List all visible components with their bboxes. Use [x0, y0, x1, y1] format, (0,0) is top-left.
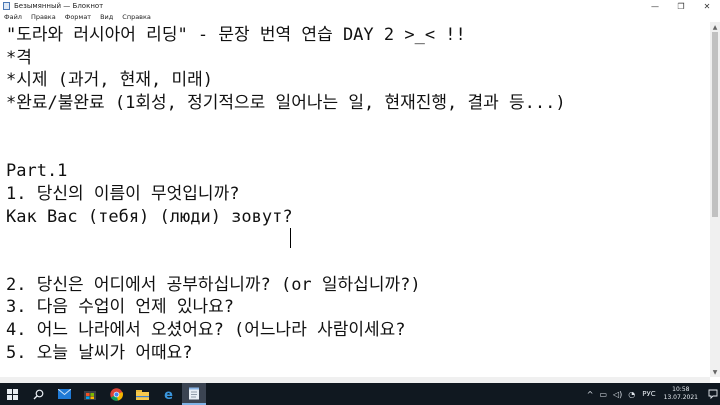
text-line[interactable]: 3. 다음 수업이 언제 있나요? — [6, 296, 566, 319]
windows-start-icon[interactable] — [0, 383, 24, 405]
search-icon[interactable] — [26, 383, 50, 405]
clock-time: 10:58 — [672, 386, 690, 393]
close-button[interactable]: ✕ — [694, 0, 720, 12]
text-line[interactable]: 2. 당신은 어디에서 공부하십니까? (or 일하십니까?) — [6, 274, 566, 297]
chevron-up-icon[interactable]: ^ — [587, 390, 594, 399]
text-line[interactable] — [6, 115, 566, 138]
text-line[interactable]: Part.1 — [6, 160, 566, 183]
clock-date: 13.07.2021 — [663, 394, 698, 401]
text-line[interactable]: "도라와 러시아어 리딩" - 문장 번역 연습 DAY 2 >_< !! — [6, 24, 566, 47]
text-editor[interactable]: "도라와 러시아어 리딩" - 문장 번역 연습 DAY 2 >_< !! *격… — [0, 22, 710, 377]
window-controls: — ❐ ✕ — [642, 0, 720, 12]
title-bar: Безымянный — Блокнот — ❐ ✕ — [0, 0, 720, 12]
menu-bar: Файл Правка Формат Вид Справка — [0, 12, 720, 22]
text-line[interactable]: *완료/불완료 (1회성, 정기적으로 일어나는 일, 현재진행, 결과 등..… — [6, 92, 566, 115]
text-line[interactable]: 4. 어느 나라에서 오셨어요? (어느나라 사람이세요? — [6, 319, 566, 342]
clock[interactable]: 10:58 13.07.2021 — [664, 386, 698, 402]
network-icon[interactable]: ◔ — [628, 390, 635, 399]
chrome-icon[interactable] — [104, 383, 128, 405]
notepad-app-icon — [3, 2, 10, 10]
store-icon[interactable] — [78, 383, 102, 405]
menu-edit[interactable]: Правка — [27, 12, 61, 22]
text-line[interactable]: *격 — [6, 47, 566, 70]
menu-view[interactable]: Вид — [96, 12, 118, 22]
text-line[interactable]: Как Вас (тебя) (люди) зовут? — [6, 206, 566, 229]
text-line[interactable] — [6, 137, 566, 160]
scroll-down-arrow-icon[interactable]: ▼ — [710, 367, 720, 377]
scroll-up-arrow-icon[interactable]: ▲ — [710, 22, 720, 32]
scrollbar-thumb[interactable] — [712, 32, 718, 217]
minimize-button[interactable]: — — [642, 0, 668, 12]
text-line[interactable] — [6, 228, 566, 251]
edge-icon[interactable]: e — [156, 383, 180, 405]
file-explorer-icon[interactable] — [130, 383, 154, 405]
text-line[interactable] — [6, 251, 566, 274]
battery-icon[interactable]: ▭ — [599, 390, 607, 399]
menu-file[interactable]: Файл — [0, 12, 27, 22]
notepad-icon[interactable] — [182, 383, 206, 405]
vertical-scrollbar[interactable]: ▲ ▼ — [710, 22, 720, 377]
menu-help[interactable]: Справка — [118, 12, 156, 22]
text-line[interactable]: 5. 오늘 날씨가 어때요? — [6, 342, 566, 365]
svg-text:e: e — [164, 388, 173, 401]
menu-format[interactable]: Формат — [61, 12, 96, 22]
mail-icon[interactable] — [52, 383, 76, 405]
maximize-button[interactable]: ❐ — [668, 0, 694, 12]
text-caret — [290, 228, 291, 248]
window-title: Безымянный — Блокнот — [14, 2, 104, 10]
system-tray: ^ ▭ ◁) ◔ РУС 10:58 13.07.2021 — [584, 383, 720, 405]
notification-icon[interactable] — [706, 383, 720, 405]
taskbar: e ^ ▭ ◁) ◔ РУС 10:58 13.07.2021 — [0, 383, 720, 405]
language-indicator[interactable]: РУС — [642, 390, 655, 398]
text-content[interactable]: "도라와 러시아어 리딩" - 문장 번역 연습 DAY 2 >_< !! *격… — [6, 24, 566, 364]
text-line[interactable]: 1. 당신의 이름이 무엇입니까? — [6, 183, 566, 206]
text-line[interactable]: *시제 (과거, 현재, 미래) — [6, 69, 566, 92]
volume-icon[interactable]: ◁) — [613, 390, 622, 399]
